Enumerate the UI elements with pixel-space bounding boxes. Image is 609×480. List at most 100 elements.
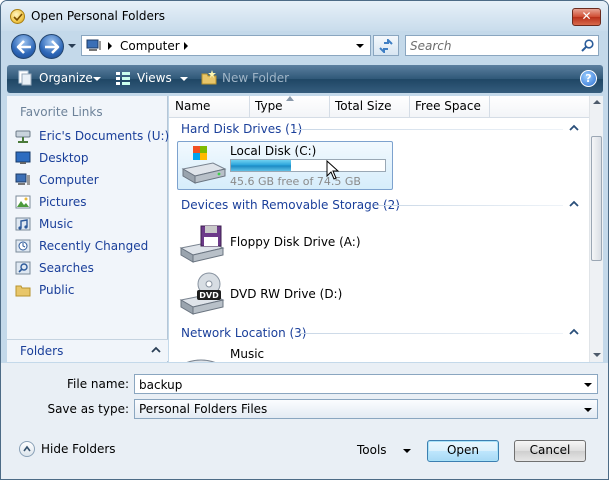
group-divider [299, 333, 563, 334]
file-name-label: File name: [67, 377, 129, 391]
outlook-app-icon [10, 9, 25, 24]
collapse-group-icon[interactable] [569, 200, 579, 208]
desktop-icon [15, 151, 31, 164]
scroll-down-icon[interactable] [593, 353, 601, 357]
collapse-group-icon[interactable] [569, 124, 579, 132]
searches-icon [15, 261, 31, 275]
open-dialog-window: Open Personal Folders ✕ Computer Organiz… [0, 0, 609, 480]
disk-usage-bar [230, 159, 386, 172]
save-as-type-label: Save as type: [47, 402, 129, 416]
column-name[interactable]: Name [175, 99, 210, 113]
sidebar-item-public[interactable]: Public [15, 280, 165, 300]
sidebar-item-music[interactable]: Music [15, 214, 165, 234]
dvd-drive-icon: DVD [179, 272, 225, 315]
forward-button[interactable] [39, 34, 64, 59]
sidebar-item-recently-changed[interactable]: Recently Changed [15, 236, 165, 256]
group-divider [375, 205, 563, 206]
refresh-icon [379, 39, 393, 53]
column-type[interactable]: Type [255, 99, 283, 113]
file-name-input[interactable] [139, 377, 569, 392]
scroll-thumb[interactable] [591, 136, 602, 261]
organize-menu[interactable]: Organize [39, 71, 93, 85]
mouse-pointer-icon [326, 160, 340, 180]
floppy-drive-icon [179, 225, 225, 263]
refresh-button[interactable] [373, 35, 399, 56]
drive-floppy[interactable]: Floppy Disk Drive (A:) [230, 235, 361, 249]
address-dropdown-icon[interactable] [356, 44, 364, 48]
public-folder-icon [15, 285, 31, 297]
new-folder-button[interactable]: New Folder [222, 71, 289, 85]
views-menu[interactable]: Views [137, 71, 172, 85]
recent-icon [15, 239, 31, 253]
views-caret-icon[interactable] [180, 77, 188, 81]
drive-dvd[interactable]: DVD RW Drive (D:) [230, 287, 342, 301]
save-as-type-value: Personal Folders Files [139, 402, 268, 416]
drive-name: Local Disk (C:) [230, 144, 317, 158]
help-button[interactable]: ? [580, 70, 597, 87]
sidebar-item-computer[interactable]: Computer [15, 170, 165, 190]
file-list-pane: Name Type Total Size Free Space Hard Dis… [169, 96, 603, 362]
organize-caret-icon[interactable] [93, 77, 101, 81]
group-network-location[interactable]: Network Location (3) [181, 326, 306, 340]
pictures-icon [15, 195, 31, 209]
collapse-group-icon[interactable] [569, 328, 579, 336]
column-divider[interactable] [409, 96, 410, 118]
chevron-up-circle-icon [19, 441, 35, 457]
sidebar-item-erics-documents[interactable]: Eric's Documents (U:) [15, 126, 169, 146]
group-removable-storage[interactable]: Devices with Removable Storage (2) [181, 198, 400, 212]
breadcrumb-separator-icon[interactable] [108, 42, 112, 50]
column-free-space[interactable]: Free Space [415, 99, 481, 113]
sidebar-item-desktop[interactable]: Desktop [15, 148, 165, 168]
title-bar[interactable]: Open Personal Folders ✕ [1, 1, 608, 31]
network-folder-icon [186, 359, 216, 362]
vertical-scrollbar[interactable] [589, 96, 603, 362]
views-icon [116, 72, 130, 85]
column-divider[interactable] [249, 96, 250, 118]
save-as-type-dropdown-icon[interactable] [584, 408, 592, 412]
file-name-combo[interactable] [134, 374, 598, 394]
file-name-dropdown-icon[interactable] [584, 383, 592, 387]
sidebar-item-label: Searches [39, 261, 94, 275]
forward-arrow-icon [45, 40, 60, 54]
column-total-size[interactable]: Total Size [335, 99, 391, 113]
breadcrumb-separator-icon[interactable] [184, 42, 188, 50]
network-location-music[interactable]: Music [230, 347, 264, 361]
dialog-footer: File name: Save as type: Personal Folder… [1, 363, 608, 479]
tools-caret-icon[interactable] [403, 449, 411, 453]
back-arrow-icon [16, 40, 31, 54]
sidebar-item-label: Pictures [39, 195, 87, 209]
save-as-type-select[interactable]: Personal Folders Files [134, 399, 598, 419]
column-divider[interactable] [489, 96, 490, 118]
column-divider[interactable] [329, 96, 330, 118]
search-box[interactable] [405, 35, 599, 56]
computer-icon [15, 173, 30, 185]
favorite-links-title: Favorite Links [20, 105, 103, 119]
search-input[interactable] [410, 38, 578, 53]
column-header-row: Name Type Total Size Free Space [169, 96, 589, 118]
sidebar-item-searches[interactable]: Searches [15, 258, 165, 278]
breadcrumb-computer[interactable]: Computer [120, 39, 180, 53]
new-folder-icon [201, 70, 217, 85]
close-button[interactable]: ✕ [572, 8, 601, 26]
disk-usage-fill [231, 160, 291, 171]
recent-pages-chevron-icon[interactable] [67, 41, 77, 51]
search-icon[interactable] [581, 39, 594, 52]
tools-menu[interactable]: Tools [357, 443, 387, 457]
drive-free-space: 45.6 GB free of 74.5 GB [230, 175, 361, 188]
address-bar[interactable]: Computer [81, 35, 371, 56]
scroll-up-icon[interactable] [593, 100, 601, 104]
back-button[interactable] [11, 34, 36, 59]
group-divider [293, 129, 563, 130]
network-drive-icon [15, 130, 31, 143]
sidebar-item-pictures[interactable]: Pictures [15, 192, 165, 212]
sidebar-item-label: Desktop [39, 151, 89, 165]
favorite-links-pane: Favorite Links Eric's Documents (U:) Des… [7, 96, 169, 362]
cancel-button[interactable]: Cancel [514, 440, 586, 462]
hide-folders-label: Hide Folders [41, 442, 116, 456]
group-hard-disk-drives[interactable]: Hard Disk Drives (1) [181, 122, 302, 136]
sidebar-item-label: Music [39, 217, 74, 231]
folders-toggle[interactable]: Folders [7, 339, 168, 361]
folders-label: Folders [20, 344, 64, 358]
sidebar-item-label: Recently Changed [39, 239, 149, 253]
open-button[interactable]: Open [427, 440, 499, 462]
